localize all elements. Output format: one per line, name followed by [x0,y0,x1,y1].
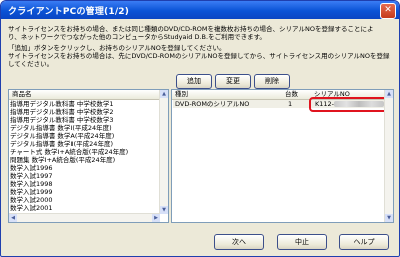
count-column-header: 台数 [285,90,298,98]
intro-message-line-1: サイトライセンスをお持ちの場合、または同じ種類のDVD/CD-ROMを複数枚お持… [8,25,374,33]
serial-type-cell: DVD-ROMのシリアルNO [175,100,250,108]
instruction-line-1: 「追加」ボタンをクリックし、お持ちのシリアルNOを登録してください。 [8,44,226,52]
list-item[interactable]: 問題集 数学Ⅰ+A統合版(平成24年度) [10,156,115,164]
product-name-column-header: 商品名 [12,90,32,98]
serial-table-vertical-scrollbar[interactable]: ▲ ▼ [384,90,393,222]
serial-number-highlight-box [309,97,388,112]
change-button[interactable]: 変更 [215,74,251,89]
type-column-header: 種別 [175,90,188,98]
list-item[interactable]: デジタル指導書 数学Ⅰ(平成24年度) [10,124,112,132]
cancel-button[interactable]: 中止 [277,234,327,250]
serial-count-cell: 1 [288,100,293,108]
product-list-header[interactable]: 商品名 [9,90,159,100]
dialog-content: サイトライセンスをお持ちの場合、または同じ種類のDVD/CD-ROMを複数枚お持… [4,19,396,254]
window-title: クライアントPCの管理(1/2) [8,7,130,17]
list-item[interactable]: チャート式 数学Ⅰ+A統合版(平成24年度) [10,148,128,156]
delete-button[interactable]: 削除 [254,74,290,89]
list-item[interactable]: 数学入試2000 [10,196,53,204]
list-item[interactable]: デジタル指導書 数学A(平成24年度) [10,132,114,140]
product-list[interactable]: 商品名 指導用デジタル教科書 中学校数学1 指導用デジタル教科書 中学校数学2 … [8,89,169,223]
list-item[interactable]: 指導用デジタル教科書 中学校数学2 [10,108,114,116]
scroll-down-arrow-icon[interactable]: ▼ [385,214,393,222]
scroll-up-arrow-icon[interactable]: ▲ [160,90,168,98]
intro-message-line-2: り、ネットワークでつながった他のコンピュータからStudyaid D.B.をご利… [8,33,266,41]
list-item[interactable]: 数学入試2001 [10,204,53,212]
scroll-down-arrow-icon[interactable]: ▼ [160,206,168,214]
close-button[interactable]: ✕ [380,3,396,19]
list-item[interactable]: 指導用デジタル教科書 中学校数学1 [10,100,114,108]
list-item[interactable]: 数学入試1998 [10,180,53,188]
list-item[interactable]: 数学入試1999 [10,188,53,196]
add-button[interactable]: 追加 [176,74,212,89]
serial-number-table[interactable]: 種別 台数 シリアルNO DVD-ROMのシリアルNO 1 K112- ▲ ▼ [171,89,394,223]
product-list-horizontal-scrollbar[interactable]: ◀ ▶ [9,213,160,222]
instruction-line-2: サイトライセンスをお持ちの場合は、先にDVD/CD-ROMのシリアルNOを登録し… [8,52,390,60]
scroll-right-arrow-icon[interactable]: ▶ [152,214,160,222]
list-item[interactable]: デジタル指導書 数学Ⅱ(平成24年度) [10,140,113,148]
help-button[interactable]: ヘルプ [339,234,389,250]
next-button[interactable]: 次へ [214,234,264,250]
scroll-up-arrow-icon[interactable]: ▲ [385,90,393,98]
product-list-vertical-scrollbar[interactable]: ▲ ▼ [159,90,168,214]
list-item[interactable]: 数学入試1996 [10,164,53,172]
title-bar[interactable]: クライアントPCの管理(1/2) ✕ [1,1,399,19]
list-item[interactable]: 指導用デジタル教科書 中学校数学3 [10,116,114,124]
list-item[interactable]: 数学入試1997 [10,172,53,180]
scroll-left-arrow-icon[interactable]: ◀ [9,214,17,222]
client-pc-management-dialog: クライアントPCの管理(1/2) ✕ サイトライセンスをお持ちの場合、または同じ… [0,0,400,257]
instruction-line-3: してください。 [8,60,54,68]
close-icon: ✕ [384,5,392,15]
